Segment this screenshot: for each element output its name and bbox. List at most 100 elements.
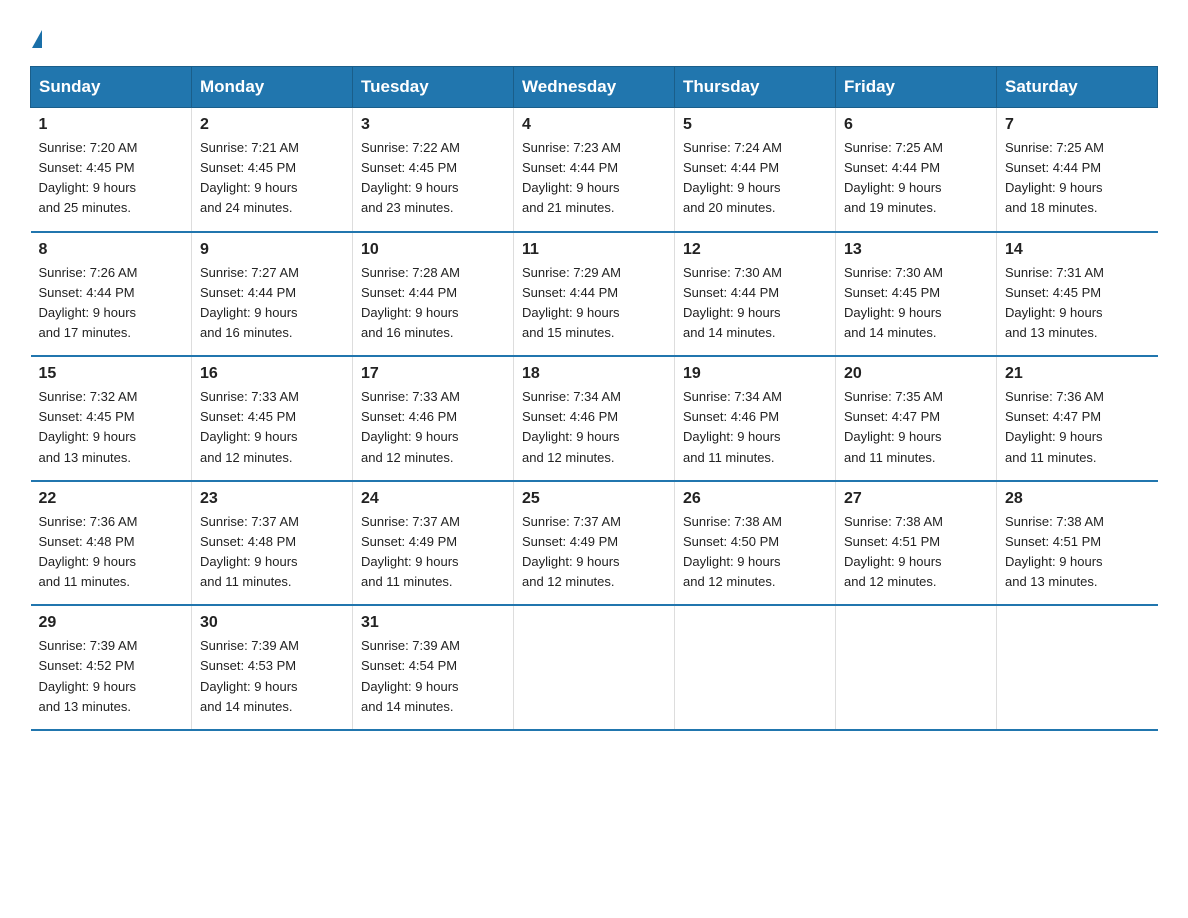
calendar-cell: 25 Sunrise: 7:37 AM Sunset: 4:49 PM Dayl… — [514, 481, 675, 606]
calendar-cell: 21 Sunrise: 7:36 AM Sunset: 4:47 PM Dayl… — [997, 356, 1158, 481]
day-info: Sunrise: 7:38 AM Sunset: 4:50 PM Dayligh… — [683, 512, 827, 593]
calendar-cell: 7 Sunrise: 7:25 AM Sunset: 4:44 PM Dayli… — [997, 108, 1158, 232]
day-number: 7 — [1005, 116, 1150, 134]
calendar-cell: 1 Sunrise: 7:20 AM Sunset: 4:45 PM Dayli… — [31, 108, 192, 232]
day-number: 22 — [39, 490, 184, 508]
day-number: 25 — [522, 490, 666, 508]
calendar-cell — [514, 605, 675, 730]
day-info: Sunrise: 7:23 AM Sunset: 4:44 PM Dayligh… — [522, 138, 666, 219]
day-info: Sunrise: 7:25 AM Sunset: 4:44 PM Dayligh… — [844, 138, 988, 219]
day-number: 4 — [522, 116, 666, 134]
calendar-cell: 22 Sunrise: 7:36 AM Sunset: 4:48 PM Dayl… — [31, 481, 192, 606]
day-info: Sunrise: 7:22 AM Sunset: 4:45 PM Dayligh… — [361, 138, 505, 219]
day-info: Sunrise: 7:36 AM Sunset: 4:48 PM Dayligh… — [39, 512, 184, 593]
calendar-cell: 10 Sunrise: 7:28 AM Sunset: 4:44 PM Dayl… — [353, 232, 514, 357]
calendar-cell: 31 Sunrise: 7:39 AM Sunset: 4:54 PM Dayl… — [353, 605, 514, 730]
day-info: Sunrise: 7:27 AM Sunset: 4:44 PM Dayligh… — [200, 263, 344, 344]
calendar-header: SundayMondayTuesdayWednesdayThursdayFrid… — [31, 67, 1158, 108]
day-number: 27 — [844, 490, 988, 508]
logo-general-line — [30, 20, 42, 48]
day-number: 21 — [1005, 365, 1150, 383]
day-info: Sunrise: 7:33 AM Sunset: 4:46 PM Dayligh… — [361, 387, 505, 468]
calendar-cell: 5 Sunrise: 7:24 AM Sunset: 4:44 PM Dayli… — [675, 108, 836, 232]
calendar-cell — [675, 605, 836, 730]
day-info: Sunrise: 7:35 AM Sunset: 4:47 PM Dayligh… — [844, 387, 988, 468]
day-number: 30 — [200, 614, 344, 632]
weekday-thursday: Thursday — [675, 67, 836, 108]
day-number: 9 — [200, 241, 344, 259]
day-number: 26 — [683, 490, 827, 508]
calendar-cell: 4 Sunrise: 7:23 AM Sunset: 4:44 PM Dayli… — [514, 108, 675, 232]
day-info: Sunrise: 7:39 AM Sunset: 4:52 PM Dayligh… — [39, 636, 184, 717]
day-info: Sunrise: 7:30 AM Sunset: 4:44 PM Dayligh… — [683, 263, 827, 344]
day-number: 12 — [683, 241, 827, 259]
day-number: 11 — [522, 241, 666, 259]
calendar-cell: 3 Sunrise: 7:22 AM Sunset: 4:45 PM Dayli… — [353, 108, 514, 232]
weekday-saturday: Saturday — [997, 67, 1158, 108]
day-info: Sunrise: 7:30 AM Sunset: 4:45 PM Dayligh… — [844, 263, 988, 344]
calendar-cell: 14 Sunrise: 7:31 AM Sunset: 4:45 PM Dayl… — [997, 232, 1158, 357]
day-info: Sunrise: 7:24 AM Sunset: 4:44 PM Dayligh… — [683, 138, 827, 219]
day-info: Sunrise: 7:21 AM Sunset: 4:45 PM Dayligh… — [200, 138, 344, 219]
day-info: Sunrise: 7:29 AM Sunset: 4:44 PM Dayligh… — [522, 263, 666, 344]
day-number: 3 — [361, 116, 505, 134]
day-number: 2 — [200, 116, 344, 134]
day-number: 6 — [844, 116, 988, 134]
day-number: 5 — [683, 116, 827, 134]
day-number: 1 — [39, 116, 184, 134]
calendar-cell: 2 Sunrise: 7:21 AM Sunset: 4:45 PM Dayli… — [192, 108, 353, 232]
weekday-sunday: Sunday — [31, 67, 192, 108]
day-info: Sunrise: 7:26 AM Sunset: 4:44 PM Dayligh… — [39, 263, 184, 344]
calendar-cell: 9 Sunrise: 7:27 AM Sunset: 4:44 PM Dayli… — [192, 232, 353, 357]
day-info: Sunrise: 7:25 AM Sunset: 4:44 PM Dayligh… — [1005, 138, 1150, 219]
calendar-cell: 24 Sunrise: 7:37 AM Sunset: 4:49 PM Dayl… — [353, 481, 514, 606]
weekday-monday: Monday — [192, 67, 353, 108]
day-number: 14 — [1005, 241, 1150, 259]
calendar-cell — [997, 605, 1158, 730]
day-info: Sunrise: 7:37 AM Sunset: 4:48 PM Dayligh… — [200, 512, 344, 593]
weekday-tuesday: Tuesday — [353, 67, 514, 108]
page-header — [30, 20, 1158, 48]
day-number: 17 — [361, 365, 505, 383]
calendar-cell: 29 Sunrise: 7:39 AM Sunset: 4:52 PM Dayl… — [31, 605, 192, 730]
day-number: 19 — [683, 365, 827, 383]
calendar-cell: 30 Sunrise: 7:39 AM Sunset: 4:53 PM Dayl… — [192, 605, 353, 730]
day-info: Sunrise: 7:38 AM Sunset: 4:51 PM Dayligh… — [1005, 512, 1150, 593]
day-info: Sunrise: 7:34 AM Sunset: 4:46 PM Dayligh… — [522, 387, 666, 468]
calendar-cell: 15 Sunrise: 7:32 AM Sunset: 4:45 PM Dayl… — [31, 356, 192, 481]
calendar-cell: 6 Sunrise: 7:25 AM Sunset: 4:44 PM Dayli… — [836, 108, 997, 232]
calendar-cell: 28 Sunrise: 7:38 AM Sunset: 4:51 PM Dayl… — [997, 481, 1158, 606]
day-number: 16 — [200, 365, 344, 383]
day-info: Sunrise: 7:39 AM Sunset: 4:54 PM Dayligh… — [361, 636, 505, 717]
calendar-cell: 27 Sunrise: 7:38 AM Sunset: 4:51 PM Dayl… — [836, 481, 997, 606]
day-info: Sunrise: 7:33 AM Sunset: 4:45 PM Dayligh… — [200, 387, 344, 468]
day-number: 23 — [200, 490, 344, 508]
calendar-cell: 23 Sunrise: 7:37 AM Sunset: 4:48 PM Dayl… — [192, 481, 353, 606]
weekday-friday: Friday — [836, 67, 997, 108]
week-row-2: 8 Sunrise: 7:26 AM Sunset: 4:44 PM Dayli… — [31, 232, 1158, 357]
day-info: Sunrise: 7:36 AM Sunset: 4:47 PM Dayligh… — [1005, 387, 1150, 468]
weekday-header-row: SundayMondayTuesdayWednesdayThursdayFrid… — [31, 67, 1158, 108]
week-row-5: 29 Sunrise: 7:39 AM Sunset: 4:52 PM Dayl… — [31, 605, 1158, 730]
week-row-4: 22 Sunrise: 7:36 AM Sunset: 4:48 PM Dayl… — [31, 481, 1158, 606]
day-info: Sunrise: 7:20 AM Sunset: 4:45 PM Dayligh… — [39, 138, 184, 219]
day-info: Sunrise: 7:37 AM Sunset: 4:49 PM Dayligh… — [522, 512, 666, 593]
calendar-cell: 20 Sunrise: 7:35 AM Sunset: 4:47 PM Dayl… — [836, 356, 997, 481]
day-number: 13 — [844, 241, 988, 259]
week-row-3: 15 Sunrise: 7:32 AM Sunset: 4:45 PM Dayl… — [31, 356, 1158, 481]
day-number: 15 — [39, 365, 184, 383]
logo — [30, 20, 42, 48]
calendar-body: 1 Sunrise: 7:20 AM Sunset: 4:45 PM Dayli… — [31, 108, 1158, 730]
day-number: 8 — [39, 241, 184, 259]
calendar-cell: 11 Sunrise: 7:29 AM Sunset: 4:44 PM Dayl… — [514, 232, 675, 357]
day-number: 28 — [1005, 490, 1150, 508]
day-info: Sunrise: 7:28 AM Sunset: 4:44 PM Dayligh… — [361, 263, 505, 344]
day-number: 18 — [522, 365, 666, 383]
calendar-cell: 19 Sunrise: 7:34 AM Sunset: 4:46 PM Dayl… — [675, 356, 836, 481]
calendar-cell: 26 Sunrise: 7:38 AM Sunset: 4:50 PM Dayl… — [675, 481, 836, 606]
calendar-cell — [836, 605, 997, 730]
day-info: Sunrise: 7:32 AM Sunset: 4:45 PM Dayligh… — [39, 387, 184, 468]
calendar-cell: 18 Sunrise: 7:34 AM Sunset: 4:46 PM Dayl… — [514, 356, 675, 481]
day-number: 24 — [361, 490, 505, 508]
day-info: Sunrise: 7:34 AM Sunset: 4:46 PM Dayligh… — [683, 387, 827, 468]
